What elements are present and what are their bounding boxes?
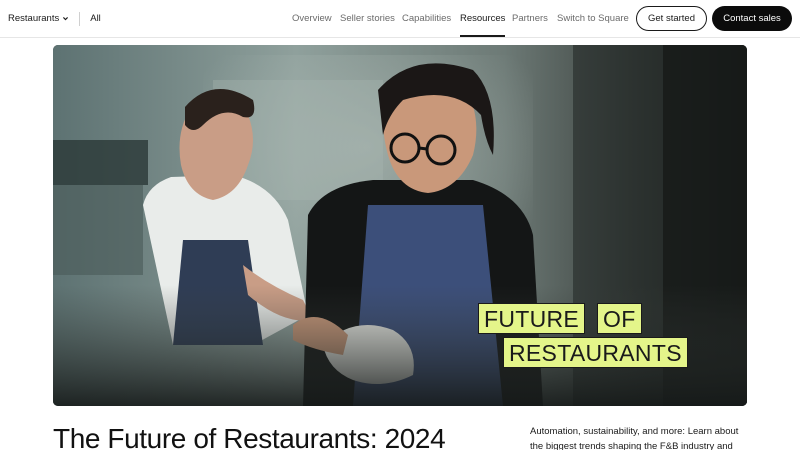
article-description: Automation, sustainability, and more: Le… — [530, 426, 739, 450]
hero-badge-future: FUTURE — [478, 303, 586, 334]
top-navigation: Restaurants All Overview Seller stories … — [0, 0, 800, 38]
vertical-selector-label: Restaurants — [8, 13, 60, 24]
nav-link-resources[interactable]: Resources — [460, 0, 506, 37]
nav-link-capabilities[interactable]: Capabilities — [402, 0, 451, 37]
all-link[interactable]: All — [90, 13, 101, 24]
nav-link-seller-stories[interactable]: Seller stories — [340, 0, 395, 37]
hero-badge-of: OF — [597, 303, 642, 334]
page-title: The Future of Restaurants: 2024 — [53, 423, 446, 450]
chevron-down-icon — [63, 17, 69, 21]
nav-divider — [79, 11, 81, 26]
hero-badge-restaurants: RESTAURANTS — [503, 337, 688, 368]
contact-sales-button[interactable]: Contact sales — [712, 6, 792, 31]
hero-image: FUTURE OF RESTAURANTS — [53, 45, 747, 406]
get-started-button[interactable]: Get started — [636, 6, 707, 31]
nav-left: Restaurants All — [8, 0, 101, 37]
nav-link-overview[interactable]: Overview — [292, 0, 332, 37]
nav-link-switch-to-square[interactable]: Switch to Square — [557, 0, 629, 37]
nav-link-partners[interactable]: Partners — [512, 0, 548, 37]
vertical-selector[interactable]: Restaurants — [8, 13, 69, 24]
